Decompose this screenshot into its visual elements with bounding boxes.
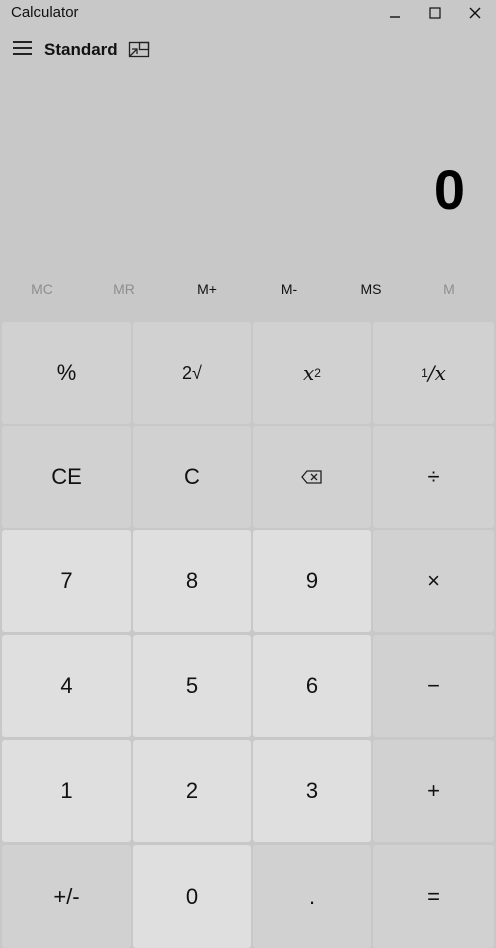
maximize-button[interactable] (415, 0, 455, 26)
backspace-icon (301, 470, 322, 484)
digit-7-button[interactable]: 7 (2, 530, 131, 632)
digit-8-button[interactable]: 8 (133, 530, 251, 632)
result-display: 0 (433, 158, 465, 221)
square-root-button[interactable]: 2√ (133, 322, 251, 424)
multiply-button[interactable]: × (373, 530, 494, 632)
digit-0-button[interactable]: 0 (133, 845, 251, 948)
maximize-icon (429, 7, 441, 19)
digit-3-button[interactable]: 3 (253, 740, 371, 842)
reciprocal-button[interactable]: 1/x (373, 322, 494, 424)
negate-button[interactable]: +/- (2, 845, 131, 948)
memory-subtract-button[interactable]: M- (259, 276, 319, 302)
window-title: Calculator (11, 4, 79, 21)
memory-row: MC MR M+ M- MS M (0, 276, 496, 302)
add-button[interactable]: + (373, 740, 494, 842)
digit-4-button[interactable]: 4 (2, 635, 131, 737)
square-base: x (303, 361, 315, 385)
hamburger-icon[interactable] (13, 41, 32, 57)
digit-6-button[interactable]: 6 (253, 635, 371, 737)
memory-store-button[interactable]: MS (341, 276, 401, 302)
digit-5-button[interactable]: 5 (133, 635, 251, 737)
title-bar: Calculator (0, 0, 496, 26)
equals-button[interactable]: = (373, 845, 494, 948)
square-exponent: 2 (314, 366, 321, 380)
reciprocal-denominator: /x (427, 361, 446, 385)
minimize-button[interactable] (375, 0, 415, 26)
clear-entry-button[interactable]: CE (2, 426, 131, 528)
mode-title: Standard (44, 40, 118, 59)
digit-9-button[interactable]: 9 (253, 530, 371, 632)
reciprocal-numerator: 1 (421, 366, 428, 380)
percent-button[interactable]: % (2, 322, 131, 424)
calculator-header: Standard (0, 30, 496, 70)
memory-clear-button[interactable]: MC (12, 276, 72, 302)
digit-2-button[interactable]: 2 (133, 740, 251, 842)
close-icon (469, 7, 481, 19)
decimal-button[interactable]: . (253, 845, 371, 948)
memory-recall-button[interactable]: MR (94, 276, 154, 302)
divide-button[interactable]: ÷ (373, 426, 494, 528)
square-button[interactable]: x2 (253, 322, 371, 424)
digit-1-button[interactable]: 1 (2, 740, 131, 842)
minimize-icon (390, 16, 400, 18)
clear-button[interactable]: C (133, 426, 251, 528)
close-button[interactable] (455, 0, 495, 26)
keep-on-top-button[interactable] (128, 40, 150, 60)
memory-list-button[interactable]: M (419, 276, 479, 302)
subtract-button[interactable]: − (373, 635, 494, 737)
keep-on-top-icon (128, 41, 150, 58)
backspace-button[interactable] (253, 426, 371, 528)
memory-add-button[interactable]: M+ (177, 276, 237, 302)
